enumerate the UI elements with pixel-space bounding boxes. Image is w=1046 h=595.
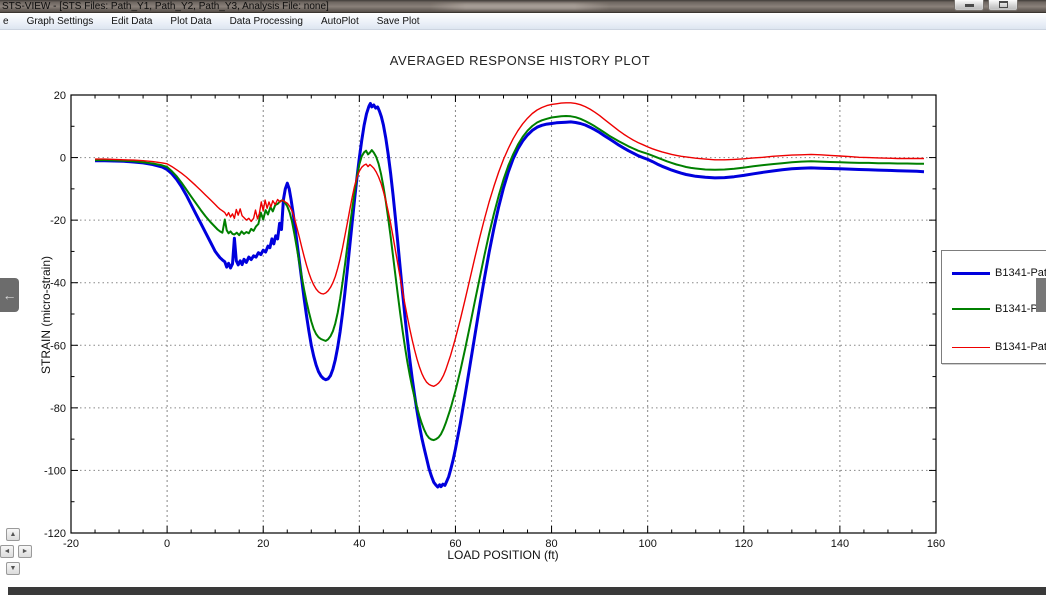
legend-entry: B1341-Path_Y1	[952, 266, 1046, 280]
svg-text:-20: -20	[50, 215, 66, 227]
back-arrow-button[interactable]: ←	[0, 278, 19, 312]
legend-entry: B1341-Path_Y2	[952, 302, 1046, 316]
svg-text:-80: -80	[50, 403, 66, 415]
y-axis-label: STRAIN (micro-strain)	[39, 235, 53, 395]
legend-line-sample	[952, 308, 990, 310]
app-window: STS-VIEW - [STS Files: Path_Y1, Path_Y2,…	[0, 0, 1046, 595]
legend-entry: B1341-Path_Y3	[952, 340, 1046, 354]
right-arrow-icon: ►	[22, 548, 29, 555]
up-arrow-icon: ▲	[10, 531, 17, 538]
svg-text:-100: -100	[44, 465, 66, 477]
down-arrow-icon: ▼	[10, 565, 17, 572]
x-axis-label: LOAD POSITION (ft)	[0, 548, 1006, 562]
legend-label: B1341-Path_Y3	[995, 341, 1046, 353]
series-b1341-path-y2	[95, 116, 924, 440]
svg-text:20: 20	[54, 90, 66, 102]
pan-down-button[interactable]: ▼	[6, 562, 20, 575]
svg-text:0: 0	[60, 153, 66, 165]
legend-line-sample	[952, 347, 990, 348]
left-arrow-icon: ◄	[4, 548, 11, 555]
series-b1341-path-y3	[95, 103, 924, 387]
legend: B1341-Path_Y1 B1341-Path_Y2 B1341-Path_Y3	[941, 250, 1046, 364]
plot-canvas: -20020406080100120140160200-20-40-60-80-…	[0, 0, 1046, 595]
legend-line-sample	[952, 272, 990, 275]
scrollbar-thumb[interactable]	[1036, 278, 1046, 312]
pan-left-button[interactable]: ◄	[0, 545, 14, 558]
bottom-window-edge	[8, 587, 1046, 595]
pan-up-button[interactable]: ▲	[6, 528, 20, 541]
pan-right-button[interactable]: ►	[18, 545, 32, 558]
svg-text:-120: -120	[44, 528, 66, 540]
back-arrow-icon: ←	[3, 287, 17, 303]
